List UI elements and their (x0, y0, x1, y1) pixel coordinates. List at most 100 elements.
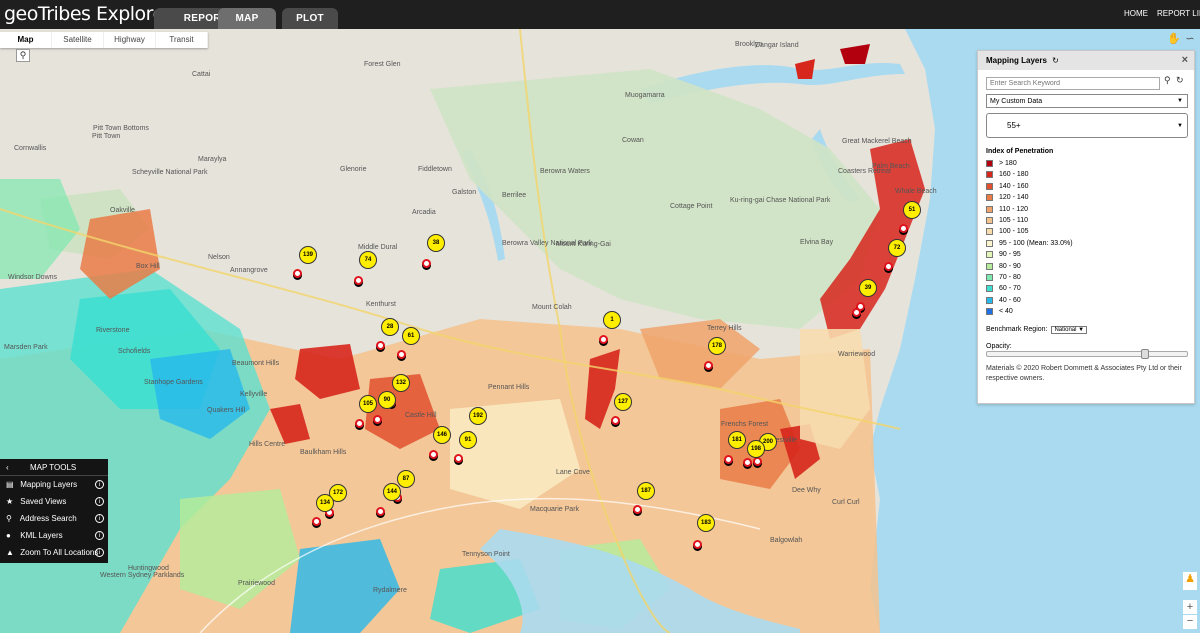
cluster-marker[interactable]: 39 (859, 279, 877, 297)
cluster-marker[interactable]: 91 (459, 431, 477, 449)
benchmark-select[interactable]: National ▼ (1051, 326, 1088, 334)
tab-plot[interactable]: PLOT (282, 8, 338, 29)
opacity-slider[interactable] (986, 349, 1188, 359)
place-label: Balgowlah (770, 537, 803, 544)
cluster-marker[interactable]: 90 (378, 391, 396, 409)
location-pin-icon[interactable] (354, 276, 363, 285)
cluster-marker[interactable]: 132 (392, 374, 410, 392)
legend-title: Index of Penetration (986, 148, 1054, 155)
cluster-marker[interactable]: 144 (383, 483, 401, 501)
benchmark-value: National (1054, 327, 1077, 333)
keyword-search-input[interactable] (986, 77, 1160, 90)
cluster-marker[interactable]: 181 (728, 431, 746, 449)
collapse-chevron-icon[interactable]: ‹ (6, 463, 9, 472)
location-pin-icon[interactable] (429, 450, 438, 459)
dataset-select[interactable]: My Custom Data ▼ (986, 94, 1188, 108)
location-pin-icon[interactable] (422, 259, 431, 268)
map-type-highway[interactable]: Highway (104, 32, 156, 48)
place-label: Galston (452, 189, 477, 196)
refresh-small-icon[interactable]: ↻ (1052, 56, 1059, 65)
cluster-marker[interactable]: 187 (637, 482, 655, 500)
location-pin-icon[interactable] (611, 416, 620, 425)
tool-address-search[interactable]: ⚲ Address Search i (0, 510, 108, 527)
map-type-map[interactable]: Map (0, 32, 52, 48)
hand-pan-icon[interactable]: ✋ (1166, 32, 1182, 46)
cluster-marker[interactable]: 127 (614, 393, 632, 411)
location-pin-icon[interactable] (599, 335, 608, 344)
location-pin-icon[interactable] (704, 361, 713, 370)
app-logo[interactable]: geoTribes Explorer (4, 3, 172, 25)
cluster-marker[interactable]: 1 (603, 311, 621, 329)
copyright-note: Materials © 2020 Robert Dommett & Associ… (986, 365, 1182, 382)
benchmark-region: Benchmark Region: National ▼ (986, 326, 1088, 334)
map-type-transit[interactable]: Transit (156, 32, 208, 48)
segment-select[interactable]: 55+ ▼ (986, 113, 1188, 138)
location-pin-icon[interactable] (454, 454, 463, 463)
place-label: Schofields (118, 348, 151, 355)
cluster-marker[interactable]: 38 (427, 234, 445, 252)
tool-label: Address Search (19, 514, 77, 523)
cluster-marker[interactable]: 61 (402, 327, 420, 345)
cluster-marker[interactable]: 74 (359, 251, 377, 269)
refresh-icon[interactable]: ↻ (1176, 75, 1184, 86)
location-pin-icon[interactable] (693, 540, 702, 549)
cluster-marker[interactable]: 198 (747, 440, 765, 458)
tab-map[interactable]: MAP (218, 8, 276, 29)
map-canvas[interactable]: Map Satellite Highway Transit ⚲ Forest G… (0, 29, 1200, 633)
location-pin-icon[interactable] (753, 457, 762, 466)
map-tools-header[interactable]: ‹ MAP TOOLS (0, 459, 108, 476)
info-icon[interactable]: i (95, 480, 104, 489)
location-pin-icon[interactable] (355, 419, 364, 428)
location-pin-icon[interactable] (373, 415, 382, 424)
zoom-out-button[interactable]: − (1183, 615, 1197, 629)
place-label: Nelson (208, 254, 230, 261)
location-pin-icon[interactable] (852, 308, 861, 317)
cluster-marker[interactable]: 87 (397, 470, 415, 488)
info-icon[interactable]: i (95, 497, 104, 506)
location-pin-icon[interactable] (899, 224, 908, 233)
legend-item: 95 - 100 (Mean: 33.0%) (986, 239, 1073, 248)
place-label: Quakers Hill (207, 407, 246, 414)
location-pin-icon[interactable] (376, 341, 385, 350)
cluster-marker[interactable]: 146 (433, 426, 451, 444)
cluster-marker[interactable]: 51 (903, 201, 921, 219)
legend-item: 80 - 90 (986, 262, 1021, 271)
location-pin-icon[interactable] (743, 458, 752, 467)
place-label: Huntingwood (128, 565, 169, 572)
cluster-marker[interactable]: 178 (708, 337, 726, 355)
zoom-in-button[interactable]: + (1183, 600, 1197, 614)
measure-line-icon[interactable]: ∽ (1183, 32, 1197, 46)
location-pin-icon[interactable] (884, 262, 893, 271)
legend-item: 140 - 160 (986, 182, 1029, 191)
info-icon[interactable]: i (95, 548, 104, 557)
location-pin-icon[interactable] (633, 505, 642, 514)
location-pin-icon[interactable] (397, 350, 406, 359)
zoom-search-icon[interactable]: ⚲ (16, 49, 30, 62)
tool-label: KML Layers (20, 531, 63, 540)
location-pin-icon[interactable] (376, 507, 385, 516)
place-label: Western Sydney Parklands (100, 572, 185, 579)
opacity-slider-handle[interactable] (1140, 349, 1149, 359)
tool-kml-layers[interactable]: ● KML Layers i (0, 527, 108, 544)
search-icon[interactable]: ⚲ (1164, 75, 1171, 86)
tool-zoom-all[interactable]: ▲ Zoom To All Locations i (0, 544, 108, 561)
home-link[interactable]: HOME (1124, 9, 1148, 18)
cluster-marker[interactable]: 183 (697, 514, 715, 532)
info-icon[interactable]: i (95, 514, 104, 523)
cluster-marker[interactable]: 105 (359, 395, 377, 413)
info-icon[interactable]: i (95, 531, 104, 540)
close-icon[interactable]: × (1182, 51, 1188, 70)
location-pin-icon[interactable] (724, 455, 733, 464)
cluster-marker[interactable]: 72 (888, 239, 906, 257)
tool-mapping-layers[interactable]: ▤ Mapping Layers i (0, 476, 108, 493)
map-type-satellite[interactable]: Satellite (52, 32, 104, 48)
cluster-marker[interactable]: 139 (299, 246, 317, 264)
location-pin-icon[interactable] (293, 269, 302, 278)
cluster-marker[interactable]: 134 (316, 494, 334, 512)
street-view-pegman-icon[interactable]: ♟ (1183, 572, 1197, 590)
cluster-marker[interactable]: 28 (381, 318, 399, 336)
report-library-link[interactable]: REPORT LIBR (1157, 9, 1200, 18)
location-pin-icon[interactable] (312, 517, 321, 526)
cluster-marker[interactable]: 192 (469, 407, 487, 425)
tool-saved-views[interactable]: ★ Saved Views i (0, 493, 108, 510)
